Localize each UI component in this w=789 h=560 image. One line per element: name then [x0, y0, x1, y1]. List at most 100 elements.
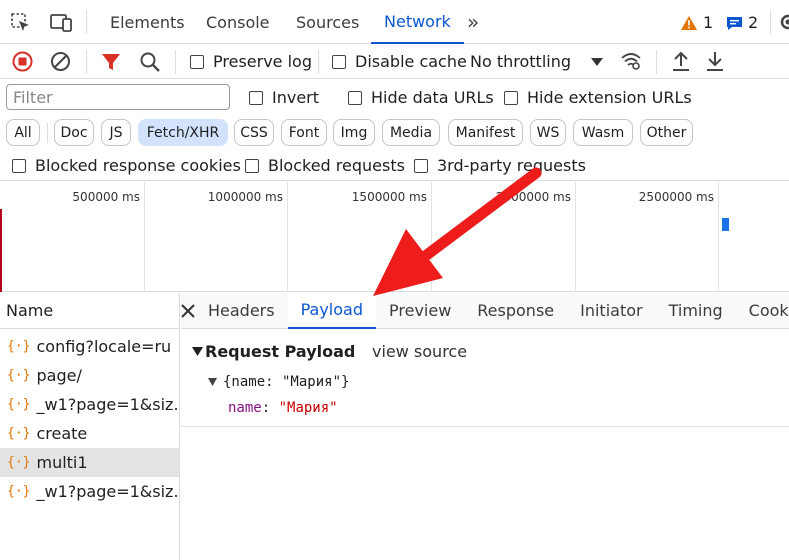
- tab-console[interactable]: Console: [193, 0, 283, 44]
- chip-media[interactable]: Media: [382, 119, 440, 146]
- chip-font[interactable]: Font: [281, 119, 327, 146]
- record-stop-icon[interactable]: [12, 51, 33, 72]
- import-har-icon[interactable]: [671, 50, 691, 72]
- request-row-selected[interactable]: {·} multi1: [0, 448, 179, 477]
- triangle-down-icon: [208, 378, 217, 386]
- request-row[interactable]: {·} _w1?page=1&siz...: [0, 390, 179, 419]
- preserve-log-checkbox[interactable]: Preserve log: [190, 52, 312, 71]
- checkbox-box[interactable]: [348, 90, 362, 105]
- divider: [86, 10, 87, 34]
- warnings-count: 1: [703, 13, 714, 32]
- timeline-tick: 2500000 ms: [638, 190, 714, 204]
- third-party-requests-checkbox[interactable]: 3rd-party requests: [414, 156, 586, 175]
- chip-fetch-xhr[interactable]: Fetch/XHR: [138, 119, 228, 146]
- timeline-tick: 500000 ms: [72, 190, 140, 204]
- request-name: page/: [36, 366, 82, 385]
- request-row[interactable]: {·} config?locale=ru: [0, 332, 179, 361]
- filter-icon[interactable]: [101, 52, 121, 72]
- checkbox-box[interactable]: [414, 158, 428, 173]
- tab-timing[interactable]: Timing: [656, 293, 736, 329]
- chevron-down-icon: [591, 57, 604, 66]
- section-title: Request Payload: [205, 342, 356, 361]
- chip-ws[interactable]: WS: [530, 119, 566, 146]
- property-value: "Мария": [278, 400, 338, 416]
- timeline-tick: 1500000 ms: [351, 190, 427, 204]
- fetch-icon: {·}: [7, 455, 31, 470]
- chip-doc[interactable]: Doc: [54, 119, 94, 146]
- divider: [175, 50, 176, 74]
- tab-headers[interactable]: Headers: [195, 293, 288, 329]
- chip-js[interactable]: JS: [101, 119, 131, 146]
- network-overview-timeline[interactable]: 500000 ms 1000000 ms 1500000 ms 2000000 …: [0, 182, 789, 292]
- message-icon: [727, 16, 742, 30]
- divider: [318, 50, 319, 74]
- chip-manifest[interactable]: Manifest: [448, 119, 523, 146]
- third-party-requests-label: 3rd-party requests: [437, 156, 586, 175]
- payload-property: name: "Мария": [228, 400, 338, 416]
- payload-object-row[interactable]: {name: "Мария"}: [208, 374, 349, 390]
- search-icon[interactable]: [139, 51, 161, 73]
- fetch-icon: {·}: [7, 484, 31, 499]
- close-icon[interactable]: [181, 293, 195, 329]
- device-toolbar-icon[interactable]: [49, 12, 73, 34]
- checkbox-box[interactable]: [12, 158, 26, 173]
- request-row[interactable]: {·} create: [0, 419, 179, 448]
- payload-summary: {name: "Мария"}: [223, 374, 350, 390]
- tab-elements[interactable]: Elements: [97, 0, 198, 44]
- chip-css[interactable]: CSS: [234, 119, 274, 146]
- clear-icon[interactable]: [50, 51, 71, 72]
- payload-section: Request Payload view source {name: "Мари…: [181, 329, 789, 427]
- view-source-link[interactable]: view source: [372, 342, 467, 361]
- warnings-counter[interactable]: 1: [680, 13, 713, 32]
- request-payload-header[interactable]: Request Payload: [192, 342, 355, 361]
- warning-icon: [681, 15, 697, 30]
- divider: [47, 123, 48, 143]
- chip-wasm[interactable]: Wasm: [573, 119, 633, 146]
- request-row[interactable]: {·} page/: [0, 361, 179, 390]
- throttling-select[interactable]: No throttling: [470, 52, 604, 71]
- network-conditions-icon[interactable]: [620, 51, 642, 71]
- blocked-filters-row: Blocked response cookies Blocked request…: [0, 148, 789, 181]
- invert-checkbox[interactable]: Invert: [249, 88, 319, 107]
- divider: [656, 50, 657, 74]
- tab-sources[interactable]: Sources: [283, 0, 372, 44]
- chip-all[interactable]: All: [6, 119, 40, 146]
- checkbox-box[interactable]: [245, 158, 259, 173]
- request-row[interactable]: {·} _w1?page=1&siz...: [0, 477, 179, 506]
- messages-counter[interactable]: 2: [726, 13, 758, 32]
- tab-response[interactable]: Response: [464, 293, 567, 329]
- chip-other[interactable]: Other: [640, 119, 693, 146]
- checkbox-box[interactable]: [249, 90, 263, 105]
- tab-initiator[interactable]: Initiator: [567, 293, 655, 329]
- checkbox-box[interactable]: [332, 54, 346, 69]
- tab-network[interactable]: Network: [371, 0, 464, 44]
- hide-data-urls-checkbox[interactable]: Hide data URLs: [348, 88, 494, 107]
- export-har-icon[interactable]: [705, 50, 725, 72]
- disable-cache-checkbox[interactable]: Disable cache: [332, 52, 467, 71]
- filter-input[interactable]: Filter: [6, 84, 230, 110]
- invert-label: Invert: [272, 88, 320, 107]
- detail-tabbar: Headers Payload Preview Response Initiat…: [181, 292, 789, 329]
- hide-extension-urls-checkbox[interactable]: Hide extension URLs: [504, 88, 692, 107]
- blocked-requests-checkbox[interactable]: Blocked requests: [245, 156, 405, 175]
- gridline: [431, 182, 432, 292]
- tab-cookies[interactable]: Cookie: [736, 293, 789, 329]
- settings-icon[interactable]: [778, 12, 789, 32]
- more-tabs-button[interactable]: »: [467, 10, 479, 34]
- gridline: [575, 182, 576, 292]
- blocked-response-cookies-checkbox[interactable]: Blocked response cookies: [12, 156, 241, 175]
- request-name: create: [36, 424, 88, 443]
- timeline-marker-line: [0, 209, 2, 292]
- gridline: [144, 182, 145, 292]
- divider: [86, 50, 87, 74]
- tab-preview[interactable]: Preview: [376, 293, 464, 329]
- blocked-requests-label: Blocked requests: [268, 156, 405, 175]
- inspect-element-icon[interactable]: [10, 12, 32, 34]
- name-column-header[interactable]: Name: [0, 293, 179, 329]
- checkbox-box[interactable]: [504, 90, 518, 105]
- checkbox-box[interactable]: [190, 54, 204, 69]
- chip-img[interactable]: Img: [333, 119, 375, 146]
- fetch-icon: {·}: [7, 339, 31, 354]
- tab-payload[interactable]: Payload: [287, 292, 376, 329]
- messages-count: 2: [748, 13, 759, 32]
